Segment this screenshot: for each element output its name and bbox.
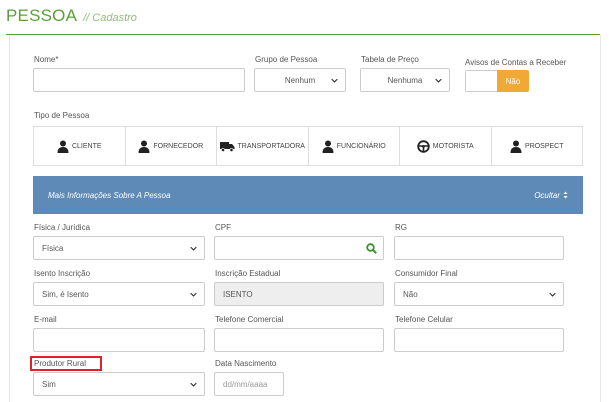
tipo-pessoa-group: CLIENTE FORNECEDOR TRANSPORTADORA FUNCIO…	[33, 126, 583, 166]
chevron-down-icon	[435, 78, 442, 83]
truck-icon	[219, 141, 235, 152]
nome-input[interactable]	[33, 68, 245, 92]
tipo-label-text: FUNCIONÁRIO	[336, 142, 386, 150]
ocultar-label: Ocultar	[534, 190, 560, 200]
tel-comercial-input[interactable]	[214, 328, 384, 352]
cpf-input[interactable]	[214, 236, 384, 260]
email-input[interactable]	[33, 328, 205, 352]
avisos-toggle[interactable]: Não	[465, 70, 529, 92]
tel-celular-input[interactable]	[394, 328, 564, 352]
isento-label: Isento Inscrição	[34, 269, 91, 278]
ocultar-toggle[interactable]: Ocultar	[534, 191, 568, 200]
produtor-label: Produtor Rural	[34, 359, 87, 368]
produtor-value: Sim	[42, 379, 56, 389]
search-icon[interactable]	[366, 243, 377, 254]
steering-wheel-icon	[417, 139, 430, 153]
ie-input: ISENTO	[214, 282, 384, 306]
more-info-bar[interactable]: Mais Informações Sobre A Pessoa Ocultar	[33, 176, 583, 214]
chevron-down-icon	[190, 292, 197, 297]
page-header: PESSOA // Cadastro	[6, 6, 137, 30]
produtor-select[interactable]: Sim	[33, 372, 205, 396]
person-icon	[138, 140, 150, 153]
tipo-label-text: PROSPECT	[524, 142, 564, 150]
toggle-off-side[interactable]	[465, 70, 497, 92]
tabela-select[interactable]: Nenhuma	[360, 68, 450, 92]
toggle-on-side[interactable]: Não	[497, 70, 529, 92]
tipo-label-text: TRANSPORTADORA	[237, 142, 305, 150]
tipo-motorista-button[interactable]: MOTORISTA	[400, 127, 492, 165]
cpf-label: CPF	[215, 223, 231, 232]
chevron-down-icon	[190, 246, 197, 251]
page-title: PESSOA	[6, 6, 78, 25]
chevron-down-icon	[331, 78, 338, 83]
rg-input[interactable]	[394, 236, 564, 260]
consumidor-value: Não	[403, 289, 418, 299]
tipo-label-text: CLIENTE	[71, 142, 102, 150]
person-icon	[510, 140, 522, 153]
consumidor-select[interactable]: Não	[394, 282, 564, 306]
tipo-cliente-button[interactable]: CLIENTE	[34, 127, 126, 165]
isento-select[interactable]: Sim, é Isento	[33, 282, 205, 306]
tel-comercial-label: Telefone Comercial	[215, 315, 284, 324]
tipo-funcionario-button[interactable]: FUNCIONÁRIO	[309, 127, 400, 165]
tipo-prospect-button[interactable]: PROSPECT	[492, 127, 583, 165]
fisica-value: Física	[42, 243, 64, 253]
isento-value: Sim, é Isento	[42, 289, 89, 299]
tipo-fornecedor-button[interactable]: FORNECEDOR	[126, 127, 217, 165]
grupo-label: Grupo de Pessoa	[255, 55, 318, 64]
sort-arrows-icon	[563, 191, 568, 199]
nascimento-label: Data Nascimento	[215, 359, 277, 368]
nascimento-input[interactable]: dd/mm/aaaa	[214, 372, 284, 396]
grupo-value: Nenhum	[284, 75, 316, 85]
grupo-select[interactable]: Nenhum	[254, 68, 346, 92]
tipo-transportadora-button[interactable]: TRANSPORTADORA	[217, 127, 309, 165]
ie-value: ISENTO	[223, 289, 253, 299]
chevron-down-icon	[190, 382, 197, 387]
tabela-value: Nenhuma	[387, 75, 423, 85]
tipo-label: Tipo de Pessoa	[34, 111, 90, 120]
email-label: E-mail	[34, 315, 57, 324]
person-icon	[322, 140, 334, 153]
fisica-juridica-select[interactable]: Física	[33, 236, 205, 260]
more-info-title: Mais Informações Sobre A Pessoa	[48, 190, 171, 200]
consumidor-label: Consumidor Final	[395, 269, 458, 278]
rg-label: RG	[395, 223, 407, 232]
chevron-down-icon	[549, 292, 556, 297]
avisos-label: Avisos de Contas a Receber	[465, 58, 567, 67]
tabela-label: Tabela de Preço	[361, 55, 419, 64]
nome-label: Nome*	[34, 55, 59, 64]
ie-label: Inscrição Estadual	[215, 269, 281, 278]
tipo-label-text: MOTORISTA	[432, 142, 474, 150]
person-icon	[57, 140, 69, 153]
nascimento-placeholder: dd/mm/aaaa	[223, 379, 268, 389]
page-subtitle: // Cadastro	[83, 12, 137, 24]
fisica-label: Física / Jurídica	[34, 223, 91, 232]
tel-celular-label: Telefone Celular	[395, 315, 453, 324]
tipo-label-text: FORNECEDOR	[153, 142, 204, 150]
